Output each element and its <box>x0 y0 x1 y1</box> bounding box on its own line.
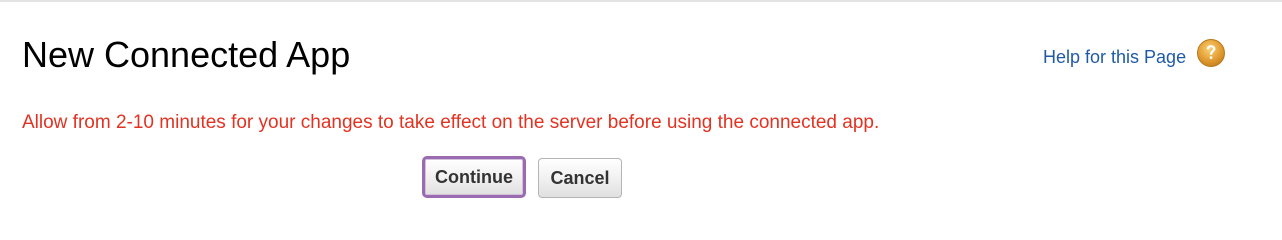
cancel-button[interactable]: Cancel <box>538 158 622 198</box>
help-question-icon <box>1196 38 1226 68</box>
help-for-this-page-link[interactable]: Help for this Page <box>1043 39 1226 72</box>
page-title: New Connected App <box>22 34 351 75</box>
continue-button[interactable]: Continue <box>422 156 526 198</box>
propagation-warning-message: Allow from 2-10 minutes for your changes… <box>22 112 880 133</box>
help-link-label: Help for this Page <box>1043 47 1187 67</box>
connected-app-page: New Connected App Help for this Page All… <box>0 0 1282 240</box>
